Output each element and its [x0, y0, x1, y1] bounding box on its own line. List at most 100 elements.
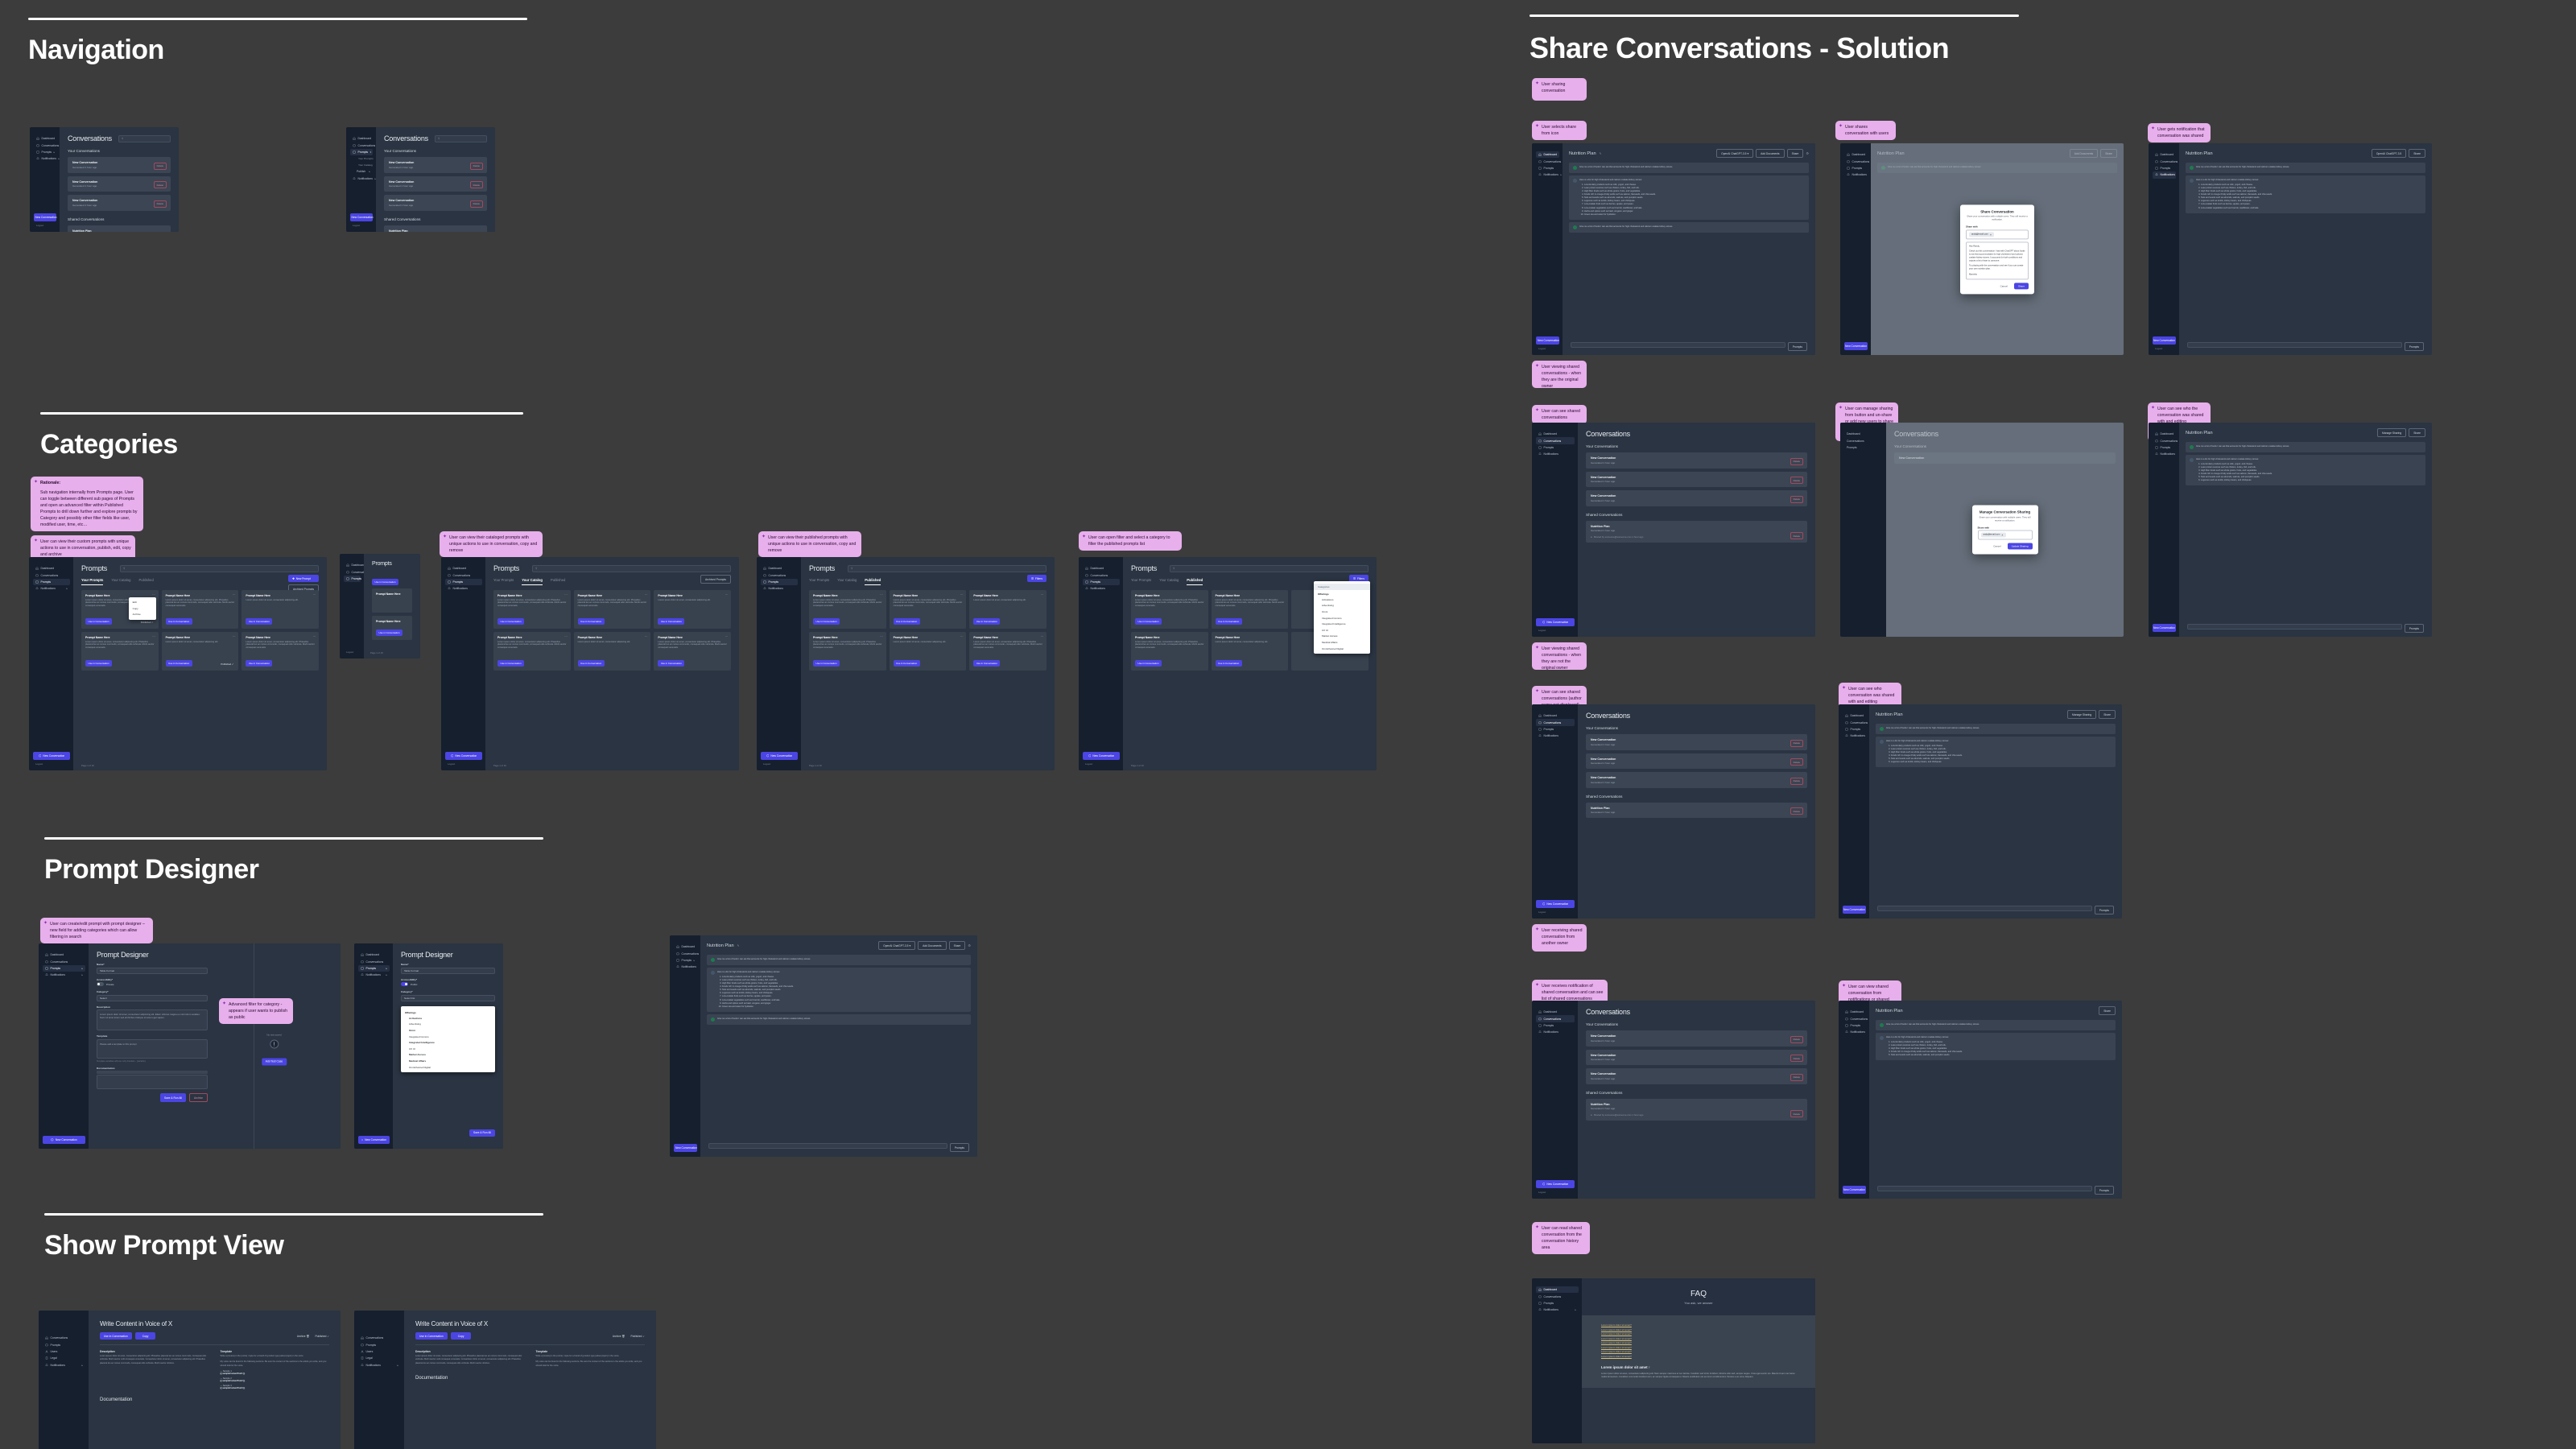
sidebar-item-conversations[interactable]: Conversations [34, 142, 59, 148]
copy-button[interactable]: Copy [450, 1332, 472, 1340]
sidebar-item-dashboard[interactable]: Dashboard [761, 565, 798, 572]
use-in-conversation-button[interactable]: Use in Conversation [973, 617, 1001, 625]
faq-link[interactable]: Lorem ipsum dolor sit amet? [1601, 1337, 1796, 1340]
filters-button[interactable]: ☰ Filters [1027, 575, 1046, 582]
prompt-card[interactable]: Prompt Name Here Lorem ipsum dolor sit a… [493, 589, 571, 629]
new-conversation-button[interactable]: New Conversation [761, 752, 798, 760]
sidebar-item-notifications[interactable]: Notifications [445, 585, 482, 592]
category-option[interactable]: Omni [401, 1027, 495, 1034]
model-select[interactable]: OpenAI ChatGPT-3.5 [2371, 149, 2407, 158]
use-in-conversation-button[interactable]: Use in Conversation [376, 630, 403, 636]
category-option[interactable]: Integrated Comms [401, 1034, 495, 1040]
prompt-card[interactable]: Prompt Name Here [372, 588, 412, 613]
prompts-button[interactable]: Prompts [949, 1143, 969, 1152]
use-in-conversation-button[interactable]: Use in Conversation [100, 1332, 132, 1340]
delete-button[interactable]: Delete [469, 200, 483, 208]
delete-button[interactable]: Delete [469, 162, 483, 170]
sidebar-item-prompts[interactable]: Prompts [1536, 1022, 1575, 1029]
delete-button[interactable]: Delete [1790, 1035, 1803, 1043]
prompts-button[interactable]: Prompts [2404, 624, 2424, 633]
sidebar-item-users[interactable]: Users [43, 1348, 85, 1355]
categories-filter-panel[interactable]: Categories Offerings Activations Adverti… [1314, 581, 1370, 654]
sidebar-item-prompts[interactable]: Prompts [1536, 1300, 1579, 1307]
sidebar-item-prompts[interactable]: Prompts ▸ [358, 964, 390, 972]
share-button[interactable]: Share [2099, 1006, 2116, 1015]
sidebar-item-conversations[interactable]: Conversations [1536, 437, 1575, 444]
sidebar-item-conversations[interactable]: Conversations [1536, 719, 1575, 726]
archive-button[interactable]: Archive 🗑 [297, 1335, 310, 1338]
prompt-card[interactable]: Prompt Name Here Lorem ipsum dolor sit a… [969, 631, 1046, 671]
faq-link[interactable]: Lorem ipsum dolor sit amet? [1601, 1346, 1796, 1349]
sidebar-item-notifications[interactable]: Notifications [761, 585, 798, 592]
sidebar-item-prompts[interactable]: Prompts [1536, 444, 1575, 451]
faq-link[interactable]: Lorem ipsum dolor sit amet? [1601, 1350, 1796, 1353]
logout-link[interactable]: Logout [350, 221, 373, 227]
prompt-card[interactable]: Prompt Name Here Lorem ipsum dolor sit a… [1211, 631, 1289, 671]
model-select[interactable]: OpenAI ChatGPT-3.5 ▾ [1716, 149, 1754, 158]
use-in-conversation-button[interactable]: Use in Conversation [1135, 659, 1162, 667]
sidebar-item-conversations[interactable]: Conversations [358, 1335, 401, 1341]
category-option[interactable]: UX UI [1314, 627, 1370, 634]
faq-link[interactable]: Lorem ipsum dolor sit amet? [1601, 1332, 1796, 1335]
use-in-conversation-button[interactable]: Use in Conversation [246, 659, 273, 667]
prompt-card[interactable]: Prompt Name Here Lorem ipsum dolor sit a… [654, 631, 731, 671]
sidebar-item-notifications[interactable]: Notifications ▸ [358, 1362, 401, 1368]
use-in-conversation-button[interactable]: Use in Conversation [165, 659, 192, 667]
more-icon[interactable]: ⋯ [313, 635, 316, 638]
tab-your-catalog[interactable]: Your Catalog [1159, 578, 1179, 585]
more-icon[interactable]: ⋯ [880, 635, 882, 638]
shared-conversation-row[interactable]: Nutrition Plan Generated 1 hour ago Dele… [1586, 802, 1807, 818]
new-conversation-button[interactable]: New Conversation [1536, 900, 1575, 908]
share-with-field[interactable]: andy@email.com ✕ [1966, 229, 2029, 239]
delete-button[interactable]: Delete [1790, 807, 1803, 815]
sidebar-item-conversations[interactable]: Conversations [1844, 158, 1869, 164]
sidebar-item-prompts[interactable]: Prompts [445, 578, 482, 586]
prompt-card[interactable]: Prompt Name Here Lorem ipsum dolor sit a… [889, 631, 967, 671]
delete-button[interactable]: Delete [1790, 1055, 1803, 1062]
delete-button[interactable]: Delete [153, 200, 167, 208]
sidebar-item-prompts[interactable]: Prompts [761, 578, 798, 586]
delete-button[interactable]: Delete [153, 162, 167, 170]
conversation-row[interactable]: New Conversation Generated 1 hour ago De… [384, 175, 487, 192]
conversation-row[interactable]: New Conversation Generated 1 hour ago De… [1586, 772, 1807, 788]
more-icon[interactable]: ⋯ [880, 593, 882, 597]
delete-button[interactable]: Delete [1790, 1110, 1803, 1117]
new-prompt-button[interactable]: ✚ New Prompt [287, 575, 319, 582]
new-conversation-button[interactable]: New Conversation [350, 213, 373, 231]
use-in-conversation-button[interactable]: Use in Conversation [893, 617, 920, 625]
sidebar-item-notifications[interactable]: Notifications ▸ [43, 972, 85, 978]
new-conversation-button[interactable]: New Conversation [33, 752, 70, 760]
logout-link[interactable]: Logout [2153, 345, 2176, 350]
search-input[interactable]: ⚲ [434, 134, 487, 142]
category-option[interactable]: Omni [1314, 609, 1370, 615]
category-option[interactable]: Omnichannel Digital [1314, 646, 1370, 652]
category-select[interactable]: Select list [401, 994, 495, 1001]
more-icon[interactable]: ⋯ [233, 593, 235, 597]
conversation-row[interactable]: New Conversation Generated 1 hour ago De… [1586, 490, 1807, 506]
settings-icon[interactable]: ⚙ [968, 943, 971, 947]
shared-conversation-row[interactable]: Nutrition Plan Generated 1 hour ago ● Sh… [1586, 520, 1807, 543]
edit-icon[interactable]: ✎ [737, 944, 740, 947]
copy-button[interactable]: Copy [134, 1332, 156, 1340]
use-in-conversation-button[interactable]: Use in Conversation [577, 659, 605, 667]
sidebar-item-notifications[interactable]: Notifications ▸ [33, 585, 70, 592]
description-field[interactable]: Lorem ipsum dolor sit amet, consectetur … [97, 1009, 208, 1030]
share-with-field[interactable]: andy@email.com ✕ [1977, 530, 2033, 540]
category-select[interactable]: Select [97, 994, 208, 1001]
faq-link[interactable]: Lorem ipsum dolor sit amet? [1601, 1328, 1796, 1331]
sidebar-item-prompts[interactable]: Prompts [344, 575, 361, 583]
manage-sharing-button[interactable]: Manage Sharing [2376, 428, 2407, 437]
sidebar-item-dashboard[interactable]: Dashboard [1536, 712, 1575, 719]
search-input[interactable]: ⚲ [118, 134, 171, 142]
add-test-case-button[interactable]: Add Test Case [261, 1058, 287, 1066]
sidebar-item-conversations[interactable]: Conversations [761, 572, 798, 578]
sidebar-item-notifications[interactable]: Notifications ▸ [43, 1362, 85, 1368]
conversation-row[interactable]: New Conversation Generated 1 hour ago De… [384, 157, 487, 173]
new-conversation-button[interactable]: New Conversation [1536, 336, 1559, 354]
prompts-button[interactable]: Prompts [1787, 342, 1807, 351]
sidebar-item-dashboard[interactable]: Dashboard [1083, 565, 1120, 572]
prompt-card[interactable]: Prompt Name Here Lorem ipsum dolor sit a… [889, 589, 967, 629]
category-option[interactable]: Medical Affairs [1314, 639, 1370, 646]
search-input[interactable]: ⚲ [1170, 564, 1368, 572]
logout-link[interactable]: Logout [1536, 1188, 1575, 1194]
